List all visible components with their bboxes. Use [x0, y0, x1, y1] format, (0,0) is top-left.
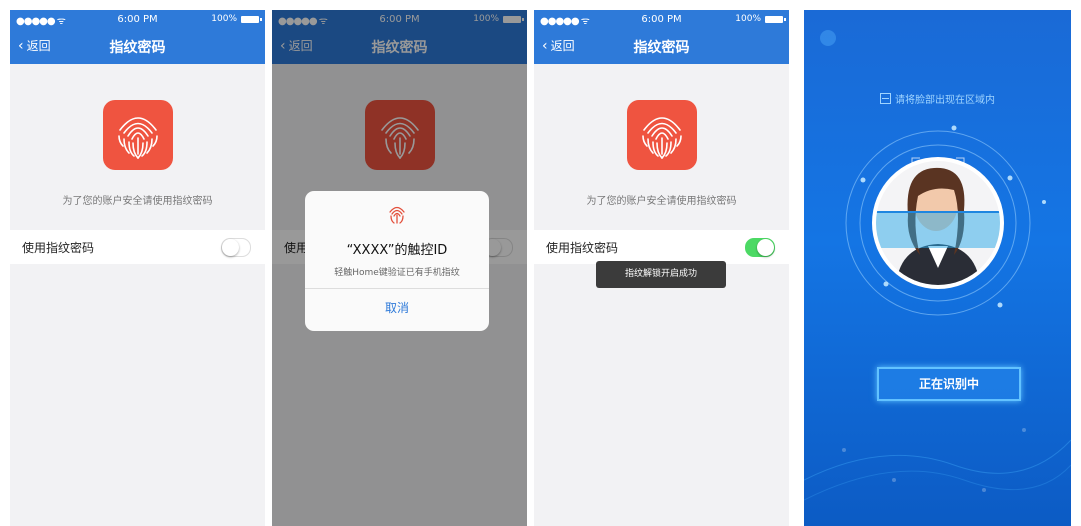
- fingerprint-icon: [389, 206, 405, 224]
- dialog-message: 轻触Home键验证已有手机指纹: [334, 268, 460, 278]
- toggle-knob: [222, 239, 239, 256]
- fingerprint-icon: [627, 100, 697, 170]
- setting-label: 使用指纹密码: [546, 241, 619, 255]
- fingerprint-toggle[interactable]: [221, 238, 251, 257]
- cancel-button[interactable]: 取消: [305, 299, 489, 316]
- page-title: 指纹密码: [109, 40, 166, 56]
- fingerprint-toggle[interactable]: [745, 238, 775, 257]
- fingerprint-setting-row: 使用指纹密码: [534, 230, 789, 264]
- fingerprint-setting-row: 使用指纹密码: [10, 230, 265, 264]
- phone-screen-face-scan: 请将脸部出现在区域内 正在识别中: [804, 10, 1071, 526]
- page-title: 指纹密码: [633, 40, 690, 56]
- nav-bar: ‹ 返回 指纹密码: [534, 28, 789, 64]
- phone-screen-fingerprint-off: ●●●●● ᯤ 6:00 PM 100% ‹ 返回 指纹密码 为了您的账户安全请…: [10, 10, 265, 526]
- status-bar: ●●●●● ᯤ 6:00 PM 100%: [534, 10, 789, 28]
- setting-label: 使用指纹密码: [22, 241, 95, 255]
- recognizing-status-button[interactable]: 正在识别中: [877, 367, 1021, 401]
- phone-screen-fingerprint-on: ●●●●● ᯤ 6:00 PM 100% ‹ 返回 指纹密码 为了您的账户安全请…: [534, 10, 789, 526]
- dialog-title: “XXXX”的触控ID: [346, 243, 448, 258]
- security-hint: 为了您的账户安全请使用指纹密码: [586, 196, 737, 207]
- face-scan-background: 请将脸部出现在区域内 正在识别中: [804, 10, 1071, 526]
- battery-percent: 100%: [211, 14, 237, 24]
- phone-screen-touchid-dialog: ●●●●● ᯤ 6:00 PM 100% ‹ 返回 指纹密码 使用 “XXXX”…: [272, 10, 527, 526]
- dialog-divider: [305, 288, 489, 289]
- security-hint: 为了您的账户安全请使用指纹密码: [62, 196, 213, 207]
- fingerprint-icon: [103, 100, 173, 170]
- face-frame-icon: [880, 93, 891, 104]
- status-bar: ●●●●● ᯤ 6:00 PM 100%: [10, 10, 265, 28]
- nav-bar: ‹ 返回 指纹密码: [10, 28, 265, 64]
- face-position-hint: 请将脸部出现在区域内: [804, 91, 1071, 106]
- battery-percent: 100%: [735, 14, 761, 24]
- touchid-dialog: “XXXX”的触控ID 轻触Home键验证已有手机指纹 取消: [305, 191, 489, 331]
- face-hint-text: 请将脸部出现在区域内: [895, 95, 995, 106]
- battery-icon: [765, 16, 786, 23]
- toggle-knob: [757, 239, 774, 256]
- battery-icon: [241, 16, 262, 23]
- success-toast: 指纹解锁开启成功: [596, 261, 726, 288]
- face-scan-graphic: [804, 30, 1071, 501]
